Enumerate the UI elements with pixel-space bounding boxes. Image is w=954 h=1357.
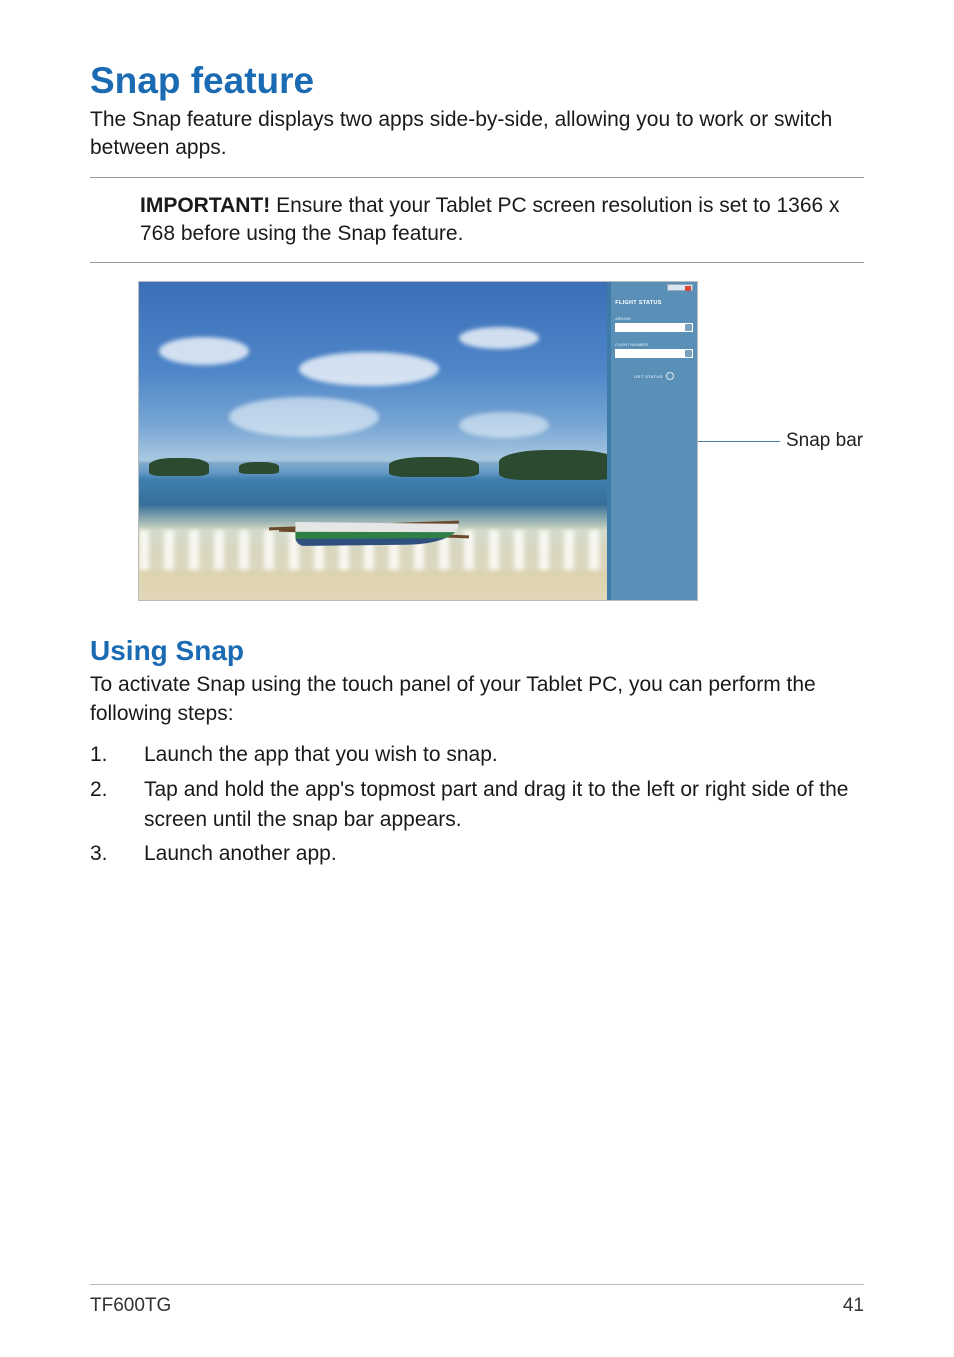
important-label: IMPORTANT! xyxy=(140,194,270,217)
using-snap-intro: To activate Snap using the touch panel o… xyxy=(90,671,864,728)
app-title: FLIGHT STATUS xyxy=(615,300,693,306)
flight-number-label: FLIGHT NUMBER xyxy=(615,342,693,347)
flight-number-field xyxy=(615,349,693,358)
steps-list: 1. Launch the app that you wish to snap.… xyxy=(90,740,864,870)
page-footer: TF600TG 41 xyxy=(90,1284,864,1317)
boat-illustration xyxy=(299,505,469,545)
step-item: 3. Launch another app. xyxy=(90,839,864,869)
photo-app-pane xyxy=(139,282,607,600)
window-controls-icon xyxy=(667,284,693,291)
using-snap-heading: Using Snap xyxy=(90,635,864,667)
airline-label: AIRLINE xyxy=(615,316,693,321)
airline-field xyxy=(615,323,693,332)
intro-paragraph: The Snap feature displays two apps side-… xyxy=(90,106,864,163)
number-icon xyxy=(685,350,692,357)
flight-status-app-pane: FLIGHT STATUS AIRLINE FLIGHT NUMBER GET … xyxy=(611,282,697,600)
get-status-button: GET STATUS xyxy=(615,372,693,380)
step-item: 2. Tap and hold the app's topmost part a… xyxy=(90,775,864,836)
step-number: 1. xyxy=(90,740,144,770)
step-number: 2. xyxy=(90,775,144,836)
step-text: Tap and hold the app's topmost part and … xyxy=(144,775,864,836)
page-heading: Snap feature xyxy=(90,60,864,102)
footer-page-number: 41 xyxy=(843,1295,864,1317)
figure-row: FLIGHT STATUS AIRLINE FLIGHT NUMBER GET … xyxy=(90,281,864,601)
step-text: Launch the app that you wish to snap. xyxy=(144,740,498,770)
important-note: IMPORTANT! Ensure that your Tablet PC sc… xyxy=(90,177,864,264)
get-status-label: GET STATUS xyxy=(634,374,662,379)
footer-model: TF600TG xyxy=(90,1295,171,1317)
airline-icon xyxy=(685,324,692,331)
step-number: 3. xyxy=(90,839,144,869)
snap-screenshot: FLIGHT STATUS AIRLINE FLIGHT NUMBER GET … xyxy=(138,281,698,601)
callout-label: Snap bar xyxy=(786,430,863,452)
step-text: Launch another app. xyxy=(144,839,337,869)
step-item: 1. Launch the app that you wish to snap. xyxy=(90,740,864,770)
arrow-circle-icon xyxy=(666,372,674,380)
callout-line xyxy=(698,441,780,442)
